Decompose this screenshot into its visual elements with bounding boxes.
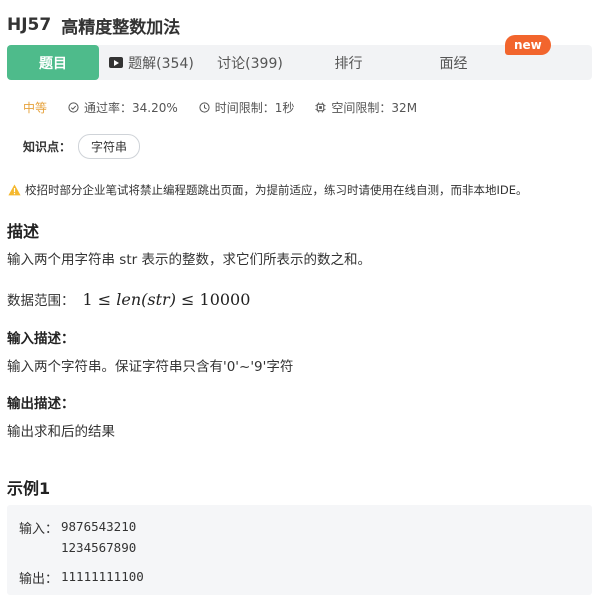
tab-question[interactable]: 题目 [7,45,99,80]
example-input-label: 输入： [19,522,59,537]
exam-notice: 校招时部分企业笔试将禁止编程题跳出页面，为提前适应，练习时请使用在线自测，而非本… [8,182,528,198]
difficulty-label: 中等 [23,100,48,115]
range-formula: 1 ≤ len(str) ≤ 10000 [83,290,251,309]
knowledge-tag[interactable]: 字符串 [78,133,141,159]
knowledge-label: 知识点： [23,139,72,154]
problem-meta: 中等 通过率：34.20% 时间限制：1秒 空间限制：32M [23,98,438,116]
input-desc-text: 输入两个字符串。保证字符串只含有'0'~'9'字符 [7,359,294,375]
space-limit-text: 空间限制：32M [331,100,418,115]
range-label: 数据范围： [7,293,75,309]
example-output-label: 输出： [19,572,59,587]
example-box: 输入： 9876543210 1234567890 输出： 1111111110… [7,505,592,595]
output-desc-heading: 输出描述： [7,396,75,412]
range-var: len(str) [116,289,176,309]
tab-interview[interactable]: 面经 [401,45,506,80]
video-icon [109,57,124,68]
problem-id: HJ57 [7,15,52,35]
tab-discuss[interactable]: 讨论(399) [204,45,296,80]
output-desc-text: 输出求和后的结果 [7,424,115,440]
warning-icon [8,184,21,196]
check-circle-icon [68,101,79,113]
pass-rate: 通过率：34.20% [68,99,178,116]
range-rhs: ≤ 10000 [175,289,251,309]
description-heading: 描述 [7,222,40,241]
problem-title: HJ57 高精度整数加法 [7,12,180,38]
space-limit: 空间限制：32M [315,99,417,116]
example-input-line-2: 1234567890 [61,540,137,555]
clock-icon [199,101,210,113]
time-limit: 时间限制：1秒 [199,99,295,116]
pass-rate-text: 通过率：34.20% [84,100,178,115]
example-input-line-1: 9876543210 [61,519,137,534]
tab-solution-label: 题解(354) [128,55,194,72]
time-limit-text: 时间限制：1秒 [214,100,295,115]
knowledge-points: 知识点： 字符串 [23,133,141,159]
input-desc-heading: 输入描述： [7,331,75,347]
example-output-value: 11111111100 [61,569,144,584]
chip-icon [315,101,326,113]
tab-rank[interactable]: 排行 [296,45,401,80]
example-heading: 示例1 [7,479,51,498]
new-badge: new [505,35,551,55]
data-range: 数据范围： 1 ≤ len(str) ≤ 10000 [7,288,250,310]
problem-name: 高精度整数加法 [61,17,181,38]
range-lhs: 1 ≤ [82,289,117,309]
notice-text: 校招时部分企业笔试将禁止编程题跳出页面，为提前适应，练习时请使用在线自测，而非本… [25,183,528,197]
tab-solution[interactable]: 题解(354) [99,45,204,80]
description-text: 输入两个用字符串 str 表示的整数，求它们所表示的数之和。 [7,252,371,268]
